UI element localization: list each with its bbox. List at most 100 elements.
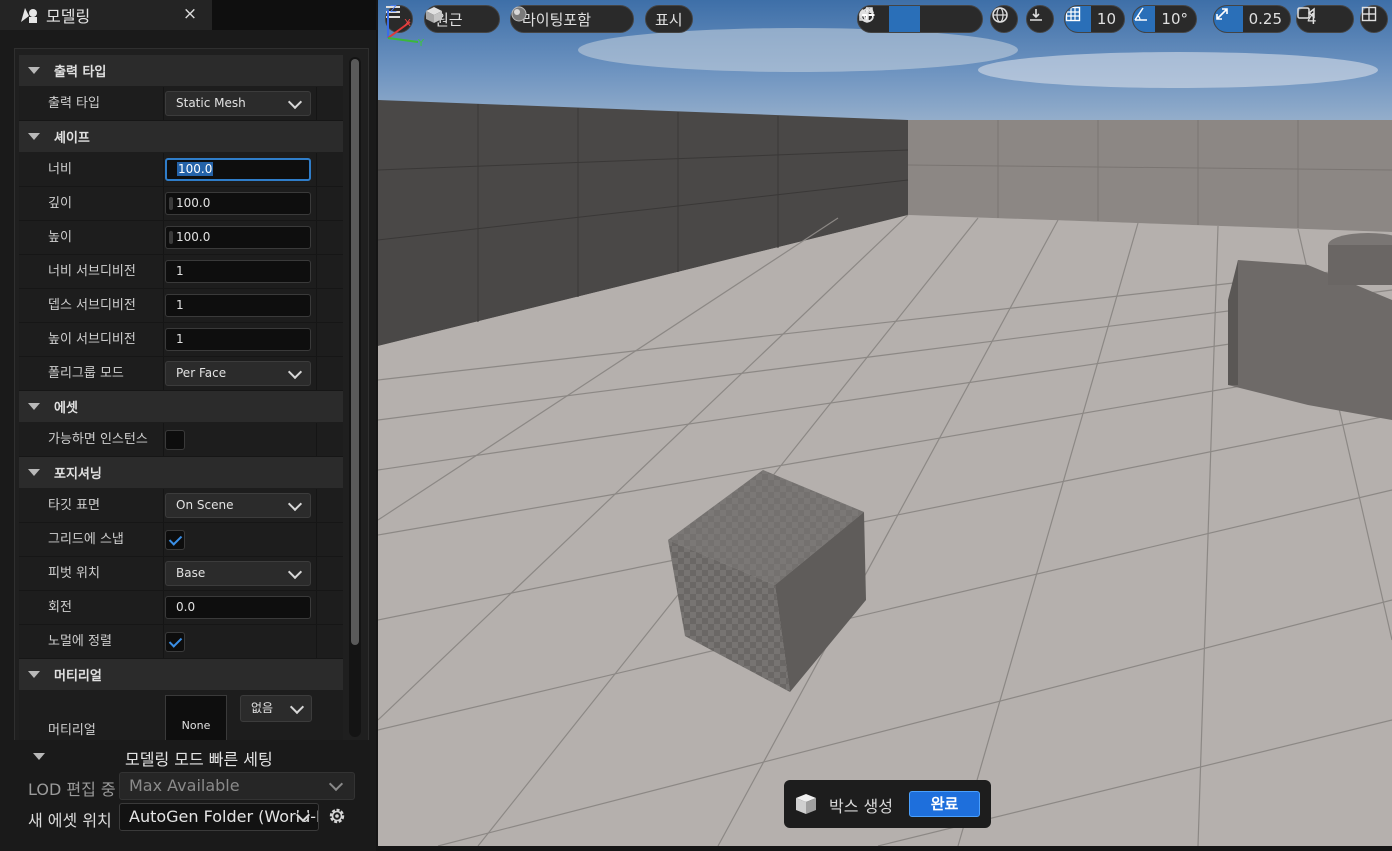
details-list: 출력 타입 출력 타입 Static Mesh 셰이프 너비 100.0 깊이 … — [19, 55, 343, 740]
angle-icon — [1134, 7, 1147, 21]
button-label: 라이팅포함 — [522, 10, 592, 29]
rotation-snap-group[interactable]: 10° — [1132, 5, 1197, 33]
width-input[interactable]: 100.0 — [165, 158, 311, 181]
row-label: 깊이 — [48, 196, 72, 211]
chevron-down-icon — [287, 94, 303, 110]
lighting-icon — [511, 6, 527, 22]
grid-icon — [1065, 6, 1081, 22]
rotation-input[interactable]: 0.0 — [165, 596, 311, 619]
level-viewport[interactable]: 원근 라이팅포함 표시 10 10° 0.25 4 Z X Y 박스 생성 완료 — [378, 0, 1392, 846]
pivot-location-dropdown[interactable]: Base — [165, 561, 311, 586]
row-height-subdivisions: 높이 서브디비전 1 — [19, 323, 343, 357]
modeling-tab[interactable]: 모델링 × — [0, 0, 212, 30]
row-width-subdivisions: 너비 서브디비전 1 — [19, 255, 343, 289]
snap-to-grid-checkbox[interactable] — [165, 530, 185, 550]
drag-grip-icon[interactable] — [169, 231, 173, 244]
gear-icon[interactable] — [326, 805, 348, 827]
asset-location-label: 새 에셋 위치 — [28, 811, 112, 830]
field-value: 100.0 — [176, 230, 211, 244]
lod-label: LOD 편집 중 — [28, 780, 116, 799]
category-label: 셰이프 — [54, 131, 90, 146]
accept-button[interactable]: 완료 — [909, 791, 980, 817]
scrollbar-thumb[interactable] — [351, 59, 359, 645]
row-label: 출력 타입 — [48, 96, 100, 111]
svg-text:Z: Z — [390, 4, 397, 15]
selected-text: 100.0 — [177, 162, 214, 176]
layout-icon — [1361, 6, 1377, 22]
row-label: 뎁스 서브디비전 — [48, 298, 136, 313]
collapse-arrow-icon — [28, 671, 40, 678]
asset-location-dropdown[interactable]: AutoGen Folder (World-Relative) — [119, 803, 319, 831]
dropdown-value: AutoGen Folder (World-Relative) — [129, 807, 318, 826]
camera-speed-button[interactable]: 4 — [1296, 5, 1354, 33]
dropdown-value: Base — [176, 566, 206, 580]
output-type-dropdown[interactable]: Static Mesh — [165, 91, 311, 116]
tab-title: 모델링 — [46, 7, 91, 26]
depth-subdivisions-input[interactable]: 1 — [165, 294, 311, 317]
close-icon[interactable]: × — [182, 4, 198, 24]
scale-snap-toggle[interactable] — [1214, 6, 1243, 32]
material-dropdown[interactable]: 없음 — [240, 695, 312, 722]
show-button[interactable]: 표시 — [645, 5, 693, 33]
rotation-snap-toggle[interactable] — [1133, 6, 1156, 32]
row-label: 높이 서브디비전 — [48, 332, 136, 347]
height-input[interactable]: 100.0 — [165, 226, 311, 249]
align-to-normal-checkbox[interactable] — [165, 632, 185, 652]
row-label: 머티리얼 — [48, 723, 96, 738]
details-scrollbar[interactable] — [349, 57, 361, 737]
surface-snapping-button[interactable] — [1026, 5, 1054, 33]
viewport-scene[interactable] — [378, 0, 1392, 846]
world-coordinates-button[interactable] — [990, 5, 1018, 33]
category-positioning[interactable]: 포지셔닝 — [19, 457, 343, 489]
polygroup-mode-dropdown[interactable]: Per Face — [165, 361, 311, 386]
instance-if-possible-checkbox[interactable] — [165, 430, 185, 450]
category-asset[interactable]: 에셋 — [19, 391, 343, 423]
category-label: 출력 타입 — [54, 65, 107, 80]
lod-dropdown[interactable]: Max Available — [119, 772, 355, 800]
category-output-type[interactable]: 출력 타입 — [19, 55, 343, 87]
scale-snap-value[interactable]: 0.25 — [1243, 10, 1290, 28]
viewport-layout-button[interactable] — [1360, 5, 1388, 33]
chevron-down-icon — [328, 776, 344, 792]
scale-icon — [859, 7, 873, 21]
row-depth: 깊이 100.0 — [19, 187, 343, 221]
material-thumbnail[interactable]: None — [165, 695, 227, 740]
collapse-arrow-icon — [28, 133, 40, 140]
category-shape[interactable]: 셰이프 — [19, 121, 343, 153]
dropdown-value: Static Mesh — [176, 96, 246, 110]
move-tool[interactable] — [859, 6, 920, 32]
quick-settings: 모델링 모드 빠른 세팅 LOD 편집 중 Max Available 새 에셋… — [14, 740, 369, 844]
grid-snap-toggle[interactable] — [1065, 6, 1091, 32]
depth-input[interactable]: 100.0 — [165, 192, 311, 215]
grid-snap-value[interactable]: 10 — [1091, 10, 1124, 28]
chevron-down-icon — [287, 496, 303, 512]
height-subdivisions-input[interactable]: 1 — [165, 328, 311, 351]
row-align-to-normal: 노멀에 정렬 — [19, 625, 343, 659]
chevron-down-icon — [287, 364, 303, 380]
category-material[interactable]: 머티리얼 — [19, 659, 343, 691]
grid-snap-group[interactable]: 10 — [1064, 5, 1125, 33]
svg-text:X: X — [404, 18, 411, 29]
button-label: 표시 — [655, 10, 683, 29]
row-label: 높이 — [48, 230, 72, 245]
field-value: 100.0 — [176, 196, 211, 210]
rotate-tool[interactable] — [860, 6, 951, 32]
dropdown-value: 없음 — [251, 701, 274, 715]
lighting-button[interactable]: 라이팅포함 — [510, 5, 634, 33]
svg-text:Y: Y — [417, 38, 425, 49]
axis-gizmo-icon: Z X Y — [387, 4, 425, 49]
category-label: 포지셔닝 — [54, 467, 102, 482]
scale-tool[interactable] — [859, 6, 982, 32]
width-subdivisions-input[interactable]: 1 — [165, 260, 311, 283]
tool-status-bar: 박스 생성 완료 — [784, 780, 991, 828]
collapse-arrow-icon — [28, 403, 40, 410]
target-surface-dropdown[interactable]: On Scene — [165, 493, 311, 518]
perspective-button[interactable]: 원근 — [424, 5, 500, 33]
collapse-arrow-icon[interactable] — [33, 753, 45, 760]
scale-snap-group[interactable]: 0.25 — [1213, 5, 1291, 33]
scale-snap-icon — [1216, 8, 1228, 20]
dropdown-value: Max Available — [129, 776, 240, 795]
row-label: 그리드에 스냅 — [48, 532, 124, 547]
drag-grip-icon[interactable] — [169, 197, 173, 210]
rotation-snap-value[interactable]: 10° — [1155, 10, 1196, 28]
